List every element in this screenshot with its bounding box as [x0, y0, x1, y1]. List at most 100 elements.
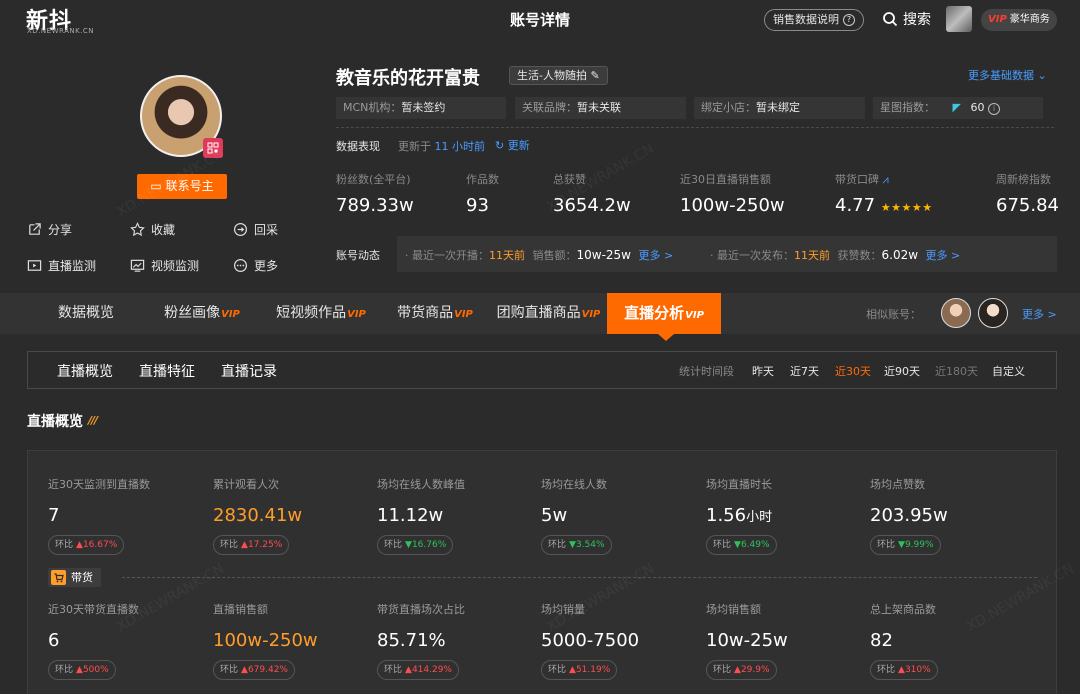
last-publish-more-link[interactable]: 更多 > — [926, 249, 961, 262]
subtab-live-records[interactable]: 直播记录 — [221, 361, 277, 381]
ratio-label: 环比 — [877, 665, 896, 675]
vip-badge[interactable]: VIP 豪华商务 — [981, 9, 1057, 31]
cargo-badge: 带货 — [48, 568, 101, 587]
info-icon[interactable]: i — [987, 103, 1000, 115]
arrow-up-icon: ▲ — [76, 665, 83, 675]
refresh-label: 更新 — [507, 139, 530, 152]
metric-value: 203.95w — [870, 505, 948, 526]
similar-account-avatar[interactable] — [978, 298, 1008, 328]
shop-info: 绑定小店：暂未绑定 — [694, 97, 865, 119]
period-yesterday[interactable]: 昨天 — [752, 363, 774, 379]
brand-info-value: 暂未关联 — [577, 101, 621, 114]
subtab-live-overview[interactable]: 直播概览 — [57, 361, 113, 381]
tab-label: 数据概览 — [58, 305, 114, 321]
update-time: 更新于 11 小时前 — [398, 138, 485, 154]
metric-value-number: 2830.41w — [213, 505, 303, 526]
title-decoration: /// — [88, 414, 98, 427]
share-label: 分享 — [48, 223, 73, 237]
ratio-value: 9.99% — [904, 540, 934, 550]
ratio-value: 6.49% — [740, 540, 770, 550]
more-actions-button[interactable]: 更多 — [233, 257, 278, 274]
live-monitor-label: 直播监测 — [48, 259, 97, 273]
search-button[interactable]: 搜索 — [882, 9, 931, 29]
tab-fan-portrait[interactable]: 粉丝画像VIP — [152, 293, 252, 334]
subtab-live-features[interactable]: 直播特征 — [139, 361, 195, 381]
tab-data-overview[interactable]: 数据概览 — [40, 293, 132, 334]
ratio-badge: 环比 ▲51.19% — [541, 660, 618, 680]
tab-group-live-goods[interactable]: 团购直播商品VIP — [490, 293, 607, 334]
last-publish-likes-label: 获赞数： — [837, 249, 882, 262]
mcn-info-value: 暂未签约 — [401, 101, 446, 114]
star-index-label: 星图指数： — [880, 101, 935, 114]
tab-short-video[interactable]: 短视频作品VIP — [265, 293, 377, 334]
arrow-up-icon: ▲ — [76, 540, 83, 550]
refresh-icon: ↻ — [495, 139, 505, 152]
arrow-up-icon: ▲ — [405, 665, 412, 675]
favorite-button[interactable]: 收藏 — [130, 221, 175, 238]
tab-label: 粉丝画像 — [164, 305, 221, 321]
question-icon: ? — [843, 14, 855, 26]
arrow-up-icon: ▲ — [241, 665, 248, 675]
period-30d[interactable]: 近30天 — [835, 363, 871, 379]
share-button[interactable]: 分享 — [27, 221, 72, 238]
metric-value-number: 1.56 — [706, 505, 747, 526]
ratio-value: 500% — [82, 665, 109, 675]
metric-value-number: 100w-250w — [213, 630, 318, 651]
video-monitor-button[interactable]: 视频监测 — [130, 257, 199, 274]
ratio-value: 679.42% — [247, 665, 288, 675]
ratio-badge: 环比 ▲414.29% — [377, 660, 459, 680]
metric-label: 场均直播时长 — [706, 478, 772, 491]
tab-goods[interactable]: 带货商品VIP — [385, 293, 485, 334]
user-avatar[interactable] — [946, 6, 972, 32]
similar-more-link[interactable]: 更多 > — [1022, 306, 1057, 322]
more-basic-data-link[interactable]: 更多基础数据 ⌄ — [968, 67, 1047, 83]
last-live-more-link[interactable]: 更多 > — [639, 249, 674, 262]
metric-value: 11.12w — [377, 505, 443, 526]
account-dynamics-label: 账号动态 — [336, 249, 380, 262]
vip-tag: VIP — [581, 309, 601, 320]
metric-value-number: 5000-7500 — [541, 630, 640, 651]
arrow-up-icon: ▲ — [734, 665, 741, 675]
trend-chart-icon[interactable]: ⩘ — [883, 173, 889, 186]
period-90d[interactable]: 近90天 — [884, 363, 920, 379]
metric-label: 总上架商品数 — [870, 603, 936, 616]
ratio-label: 环比 — [220, 665, 239, 675]
similar-account-avatar[interactable] — [941, 298, 971, 328]
favorite-label: 收藏 — [151, 223, 176, 237]
star-map-icon: ◤ — [952, 101, 961, 114]
category-tag[interactable]: 生活-人物随拍 ✎ — [509, 66, 608, 85]
recollect-button[interactable]: 回采 — [233, 221, 278, 238]
video-monitor-icon — [130, 259, 145, 272]
period-7d[interactable]: 近7天 — [790, 363, 819, 379]
tab-live-analysis[interactable]: 直播分析VIP — [607, 293, 721, 334]
arrow-down-icon: ▼ — [569, 540, 576, 550]
live-monitor-button[interactable]: 直播监测 — [27, 257, 96, 274]
sales-help-button[interactable]: 销售数据说明 ? — [764, 9, 864, 31]
metric-label: 累计观看人次 — [213, 478, 279, 491]
fans-value: 789.33w — [336, 195, 414, 216]
metric-value: 2830.41w — [213, 505, 302, 526]
ratio-label: 环比 — [713, 540, 732, 550]
tab-label: 直播分析 — [624, 304, 685, 322]
last-live-sales-label: 销售额： — [532, 249, 577, 262]
tab-label: 团购直播商品 — [496, 305, 581, 321]
metric-label: 场均在线人数峰值 — [377, 478, 465, 491]
arrow-down-icon: ▼ — [734, 540, 741, 550]
metric-value-number: 10w-25w — [706, 630, 788, 651]
reputation-value: 4.77 ★★★★★ — [835, 195, 933, 216]
update-prefix: 更新于 — [398, 140, 431, 153]
ratio-label: 环比 — [55, 665, 74, 675]
metric-value: 10w-25w — [706, 630, 788, 651]
arrow-up-icon: ▲ — [569, 665, 576, 675]
shop-info-label: 绑定小店： — [701, 101, 756, 114]
last-live-sales: 10w-25w — [576, 248, 632, 262]
vip-tag: VIP — [685, 310, 704, 321]
period-custom[interactable]: 自定义 — [992, 363, 1025, 379]
period-label: 统计时间段 — [679, 365, 734, 378]
metric-value: 6 — [48, 630, 59, 651]
period-180d[interactable]: 近180天 — [935, 363, 978, 379]
refresh-button[interactable]: ↻ 更新 — [495, 137, 530, 153]
more-icon — [233, 258, 248, 273]
arrow-down-icon: ▼ — [898, 540, 905, 550]
weekly-index-label: 周新榜指数 — [996, 173, 1051, 186]
